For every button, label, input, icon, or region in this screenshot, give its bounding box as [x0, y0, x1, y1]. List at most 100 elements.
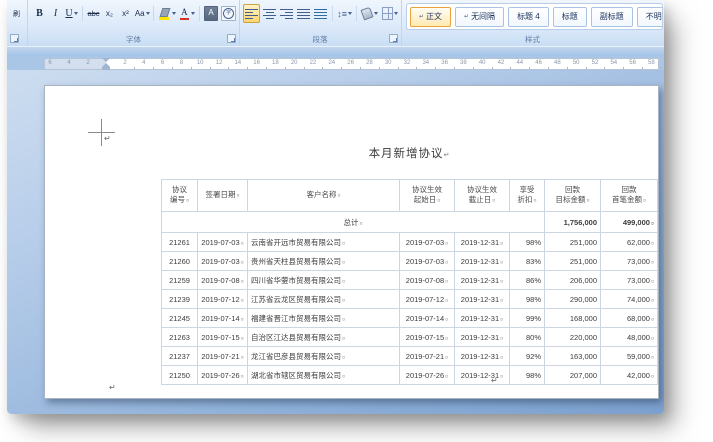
table-cell[interactable]: 163,000	[545, 347, 601, 366]
column-header[interactable]: 协议生效 截止日	[455, 180, 510, 212]
table-cell[interactable]: 168,000	[545, 309, 601, 328]
table-cell[interactable]: 龙江省巴彦县贸易有限公司	[248, 347, 400, 366]
table-cell[interactable]: 21245	[162, 309, 198, 328]
table-cell[interactable]: 73,000	[601, 252, 658, 271]
strikethrough-button[interactable]: abc	[86, 5, 101, 22]
font-color-button[interactable]: A	[178, 5, 196, 22]
column-header[interactable]: 享受 折扣	[510, 180, 545, 212]
table-cell[interactable]: 2019-07-03	[400, 252, 455, 271]
borders-button[interactable]	[381, 5, 399, 22]
table-cell[interactable]: 2019-12-31	[455, 290, 510, 309]
superscript-button[interactable]: x²	[118, 5, 133, 22]
table-cell[interactable]: 220,000	[545, 328, 601, 347]
table-cell[interactable]: 21237	[162, 347, 198, 366]
character-shading-button[interactable]: A	[203, 5, 220, 22]
highlight-color-button[interactable]	[157, 5, 177, 22]
table-cell[interactable]: 2019-07-14	[400, 309, 455, 328]
style-item-正文[interactable]: ↵正文	[410, 7, 451, 27]
table-cell[interactable]: 21261	[162, 233, 198, 252]
paragraph-dialog-launcher[interactable]	[389, 34, 398, 43]
column-header[interactable]: 回款 目标金额	[545, 180, 601, 212]
table-cell[interactable]: 2019-12-31	[455, 252, 510, 271]
clipboard-dialog-launcher[interactable]	[10, 34, 19, 43]
table-cell[interactable]: 48,000	[601, 328, 658, 347]
bold-button[interactable]: B	[32, 5, 47, 22]
italic-button[interactable]: I	[48, 5, 63, 22]
total-first-amount-cell[interactable]: 499,000	[601, 212, 658, 233]
total-target-amount-cell[interactable]: 1,756,000	[545, 212, 601, 233]
table-cell[interactable]: 2019-07-26	[400, 366, 455, 385]
table-cell[interactable]: 68,000	[601, 309, 658, 328]
underline-button[interactable]: U	[64, 5, 79, 22]
table-cell[interactable]: 自治区江达县贸易有限公司	[248, 328, 400, 347]
page-title[interactable]: 本月新增协议↵	[161, 145, 657, 161]
distribute-button[interactable]	[313, 5, 328, 22]
column-header[interactable]: 签署日期	[198, 180, 248, 212]
table-cell[interactable]: 21263	[162, 328, 198, 347]
indent-marker[interactable]	[102, 58, 110, 70]
table-cell[interactable]: 99%	[510, 309, 545, 328]
table-cell[interactable]: 2019-12-31	[455, 366, 510, 385]
table-cell[interactable]: 251,000	[545, 252, 601, 271]
table-cell[interactable]: 206,000	[545, 271, 601, 290]
style-item-标题[interactable]: 标题	[553, 7, 587, 27]
column-header[interactable]: 协议生效 起始日	[400, 180, 455, 212]
table-cell[interactable]: 98%	[510, 290, 545, 309]
style-item-副标题[interactable]: 副标题	[591, 7, 633, 27]
horizontal-ruler[interactable]: 6422468101214161820222426283032343638404…	[7, 56, 664, 70]
table-cell[interactable]: 83%	[510, 252, 545, 271]
column-header[interactable]: 客户名称	[248, 180, 400, 212]
enclose-characters-button[interactable]: 字	[220, 5, 237, 22]
table-cell[interactable]: 251,000	[545, 233, 601, 252]
table-cell[interactable]: 2019-07-15	[400, 328, 455, 347]
table-cell[interactable]: 2019-12-31	[455, 271, 510, 290]
table-cell[interactable]: 42,000	[601, 366, 658, 385]
total-label-cell[interactable]: 总计	[162, 212, 545, 233]
table-cell[interactable]: 98%	[510, 366, 545, 385]
style-item-无间隔[interactable]: ↵无间隔	[455, 7, 504, 27]
table-cell[interactable]: 2019-07-08	[198, 271, 248, 290]
table-cell[interactable]: 92%	[510, 347, 545, 366]
table-cell[interactable]: 湖北省市辖区贸易有限公司	[248, 366, 400, 385]
table-cell[interactable]: 290,000	[545, 290, 601, 309]
table-cell[interactable]: 2019-07-12	[400, 290, 455, 309]
align-left-button[interactable]	[243, 4, 260, 23]
table-cell[interactable]: 2019-12-31	[455, 309, 510, 328]
column-header[interactable]: 协议 编号	[162, 180, 198, 212]
table-cell[interactable]: 云南省开远市贸易有限公司	[248, 233, 400, 252]
table-cell[interactable]: 2019-07-03	[198, 233, 248, 252]
table-cell[interactable]: 江苏省云龙区贸易有限公司	[248, 290, 400, 309]
font-dialog-launcher[interactable]	[227, 34, 236, 43]
table-cell[interactable]: 21260	[162, 252, 198, 271]
table-cell[interactable]: 207,000	[545, 366, 601, 385]
table-cell[interactable]: 2019-07-21	[198, 347, 248, 366]
table-cell[interactable]: 21259	[162, 271, 198, 290]
subscript-button[interactable]: x₂	[102, 5, 117, 22]
shading-button[interactable]	[361, 5, 378, 22]
table-cell[interactable]: 73,000	[601, 271, 658, 290]
document-page[interactable]: ↵ 本月新增协议↵ 协议 编号签署日期客户名称协议生效 起始日协议生效 截止日享…	[44, 85, 659, 399]
table-cell[interactable]: 2019-07-03	[400, 233, 455, 252]
table-cell[interactable]: 2019-12-31	[455, 347, 510, 366]
table-cell[interactable]: 福建省晋江市贸易有限公司	[248, 309, 400, 328]
table-cell[interactable]: 59,000	[601, 347, 658, 366]
line-spacing-button[interactable]: ↕≡	[337, 5, 352, 22]
table-cell[interactable]: 98%	[510, 233, 545, 252]
style-item-不明显[interactable]: 不明显	[637, 7, 663, 27]
table-cell[interactable]: 四川省华蓥市贸易有限公司	[248, 271, 400, 290]
table-cell[interactable]: 74,000	[601, 290, 658, 309]
table-cell[interactable]: 贵州省天柱县贸易有限公司	[248, 252, 400, 271]
table-cell[interactable]: 86%	[510, 271, 545, 290]
table-cell[interactable]: 2019-12-31	[455, 233, 510, 252]
align-center-button[interactable]	[262, 5, 277, 22]
table-cell[interactable]: 2019-12-31	[455, 328, 510, 347]
table-cell[interactable]: 2019-07-26	[198, 366, 248, 385]
table-cell[interactable]: 2019-07-21	[400, 347, 455, 366]
table-cell[interactable]: 2019-07-12	[198, 290, 248, 309]
table-cell[interactable]: 2019-07-15	[198, 328, 248, 347]
table-cell[interactable]: 21250	[162, 366, 198, 385]
table-cell[interactable]: 2019-07-08	[400, 271, 455, 290]
format-painter-button[interactable]: 刷	[9, 5, 24, 22]
table-cell[interactable]: 2019-07-14	[198, 309, 248, 328]
column-header[interactable]: 回款 首笔金额	[601, 180, 658, 212]
